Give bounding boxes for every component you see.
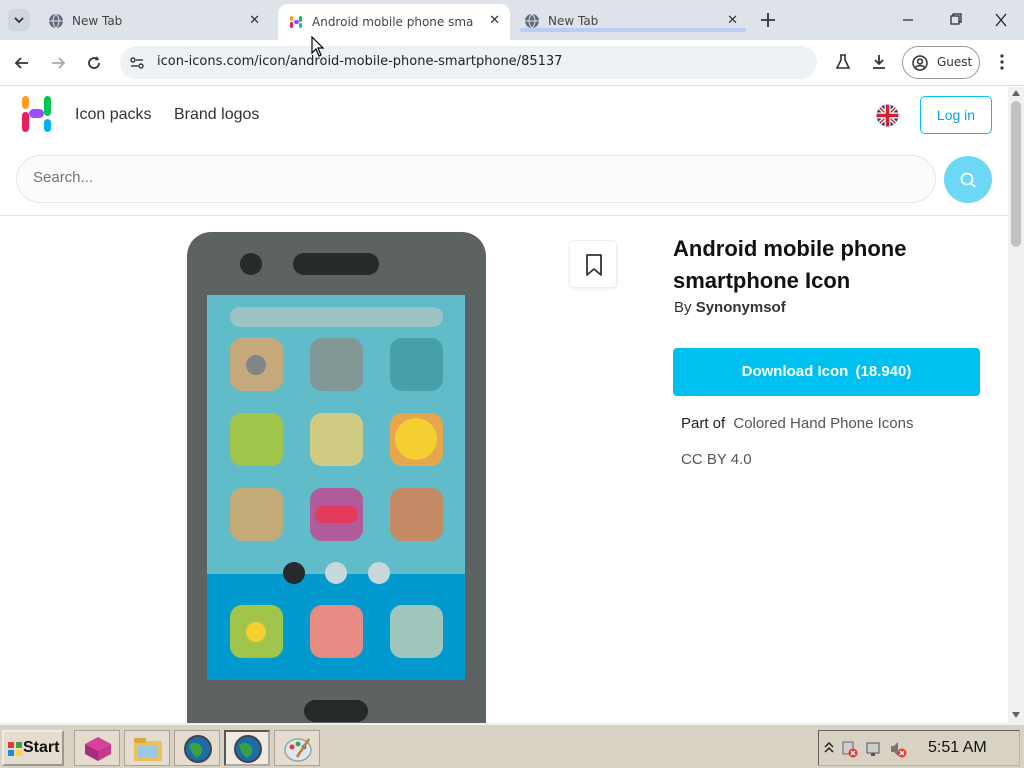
- part-of-label: Part of: [681, 415, 726, 432]
- kebab-menu-icon[interactable]: [994, 53, 1010, 71]
- scroll-down-arrow-icon[interactable]: [1012, 712, 1020, 718]
- system-tray: 5:51 AM: [818, 730, 1020, 766]
- url-text[interactable]: icon-icons.com/icon/android-mobile-phone…: [157, 54, 562, 69]
- close-window-button[interactable]: [989, 10, 1013, 30]
- cube-app-icon: [85, 737, 111, 761]
- clock[interactable]: 5:51 AM: [928, 739, 987, 757]
- tray-volume-muted-icon[interactable]: [889, 740, 907, 758]
- tray-monitor-icon[interactable]: [865, 740, 883, 758]
- browser-globe-icon: [234, 735, 262, 763]
- download-button[interactable]: Download Icon (18.940): [673, 348, 980, 396]
- restore-icon: [950, 13, 962, 25]
- header-divider: [0, 215, 1008, 216]
- web-page: Icon packs Brand logos Log in Search... …: [0, 87, 1008, 723]
- taskbar-app-2[interactable]: [124, 730, 170, 766]
- chevron-down-icon: [14, 17, 24, 24]
- site-logo-icon[interactable]: [20, 94, 54, 134]
- labs-flask-icon[interactable]: [834, 53, 852, 71]
- paint-palette-icon: [284, 738, 312, 762]
- bookmark-icon: [586, 254, 602, 276]
- tab-loading-bar: [520, 28, 746, 32]
- tab-search-button[interactable]: [8, 9, 30, 31]
- maximize-button[interactable]: [943, 10, 967, 30]
- tab-title: Android mobile phone smartph: [312, 15, 474, 29]
- download-label: Download Icon: [741, 363, 849, 380]
- taskbar-app-1[interactable]: [74, 730, 120, 766]
- minimize-button[interactable]: [896, 10, 920, 30]
- site-favicon-icon: [290, 16, 302, 28]
- search-button[interactable]: [944, 156, 992, 203]
- close-tab-icon[interactable]: ✕: [727, 13, 738, 28]
- download-icon[interactable]: [870, 53, 888, 71]
- tab-strip: New Tab ✕ Android mobile phone smartph ✕…: [0, 0, 1024, 40]
- close-tab-icon[interactable]: ✕: [489, 13, 500, 28]
- mouse-cursor-icon: [311, 36, 325, 57]
- tab-new-tab-2[interactable]: New Tab ✕: [520, 6, 746, 36]
- reload-icon[interactable]: [85, 54, 103, 72]
- address-bar[interactable]: icon-icons.com/icon/android-mobile-phone…: [120, 46, 817, 79]
- taskbar-app-4-active[interactable]: [224, 730, 270, 766]
- bookmark-button[interactable]: [569, 240, 617, 288]
- tab-title: New Tab: [72, 14, 123, 28]
- start-label: Start: [23, 739, 60, 756]
- tab-new-tab-1[interactable]: New Tab ✕: [48, 6, 268, 36]
- os-taskbar: Start 5:51 AM: [0, 723, 1024, 768]
- search-input[interactable]: [33, 169, 893, 186]
- profile-button[interactable]: Guest: [902, 46, 980, 79]
- icon-title: Android mobile phone smartphone Icon: [673, 236, 907, 293]
- taskbar-app-3[interactable]: [174, 730, 220, 766]
- tab-active[interactable]: Android mobile phone smartph ✕: [278, 4, 510, 40]
- nav-brand-logos[interactable]: Brand logos: [174, 106, 259, 124]
- download-count: (18.940): [855, 363, 912, 380]
- page-scrollbar[interactable]: [1008, 87, 1024, 723]
- login-label: Log in: [936, 107, 976, 123]
- tray-network-error-icon[interactable]: [841, 740, 859, 758]
- minimize-icon: [903, 19, 913, 21]
- search-icon: [960, 172, 976, 188]
- tray-expand-icon[interactable]: [824, 741, 834, 755]
- pack-link[interactable]: Colored Hand Phone Icons: [733, 415, 913, 432]
- tab-title: New Tab: [548, 14, 599, 28]
- browser-globe-icon: [184, 735, 212, 763]
- profile-label: Guest: [937, 55, 973, 69]
- scroll-up-arrow-icon[interactable]: [1012, 90, 1020, 96]
- uk-flag-icon[interactable]: [876, 104, 899, 127]
- author-line: By Synonymsof: [674, 299, 786, 316]
- file-manager-icon: [134, 738, 162, 761]
- part-of-line: Part of Colored Hand Phone Icons: [681, 415, 913, 432]
- license-text[interactable]: CC BY 4.0: [681, 451, 752, 468]
- search-box[interactable]: [16, 155, 936, 203]
- plus-icon: [761, 13, 775, 27]
- site-settings-icon[interactable]: [129, 55, 145, 71]
- android-phone-preview-image: [187, 232, 486, 723]
- close-tab-icon[interactable]: ✕: [249, 13, 260, 28]
- login-button[interactable]: Log in: [920, 96, 992, 134]
- close-icon: [995, 13, 1007, 27]
- windows-logo-icon: [8, 742, 22, 756]
- by-label: By: [674, 299, 692, 316]
- start-button[interactable]: Start: [2, 730, 64, 766]
- browser-toolbar: icon-icons.com/icon/android-mobile-phone…: [0, 40, 1024, 86]
- scrollbar-thumb[interactable]: [1011, 101, 1021, 247]
- author-link[interactable]: Synonymsof: [696, 299, 786, 316]
- new-tab-button[interactable]: [756, 8, 780, 32]
- globe-icon: [49, 13, 63, 29]
- forward-arrow-icon[interactable]: [49, 54, 67, 72]
- taskbar-app-5[interactable]: [274, 730, 320, 766]
- back-arrow-icon[interactable]: [13, 54, 31, 72]
- globe-icon: [525, 13, 539, 29]
- profile-avatar-icon: [912, 55, 928, 71]
- nav-icon-packs[interactable]: Icon packs: [75, 106, 151, 124]
